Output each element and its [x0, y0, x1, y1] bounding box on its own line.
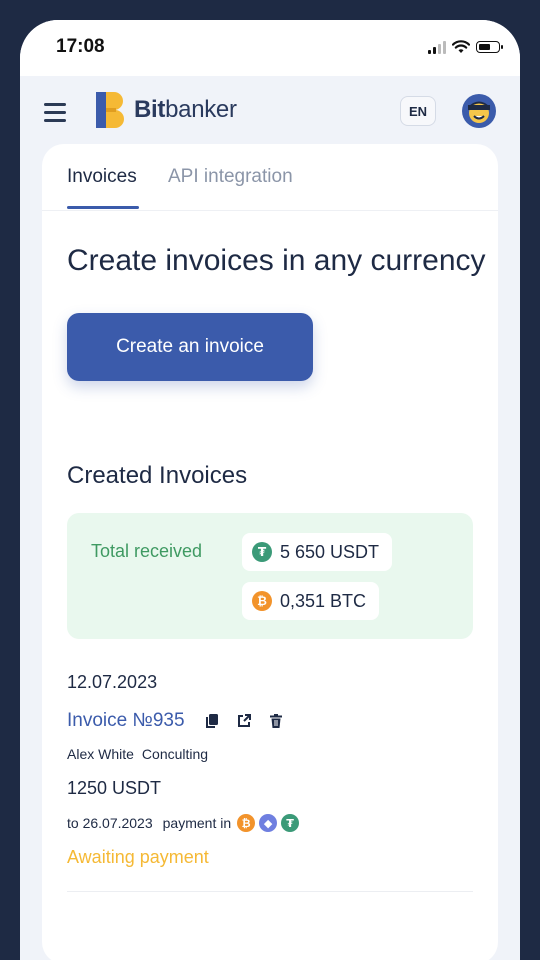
status-icons — [428, 40, 503, 54]
invoice-date: 12.07.2023 — [67, 672, 158, 692]
total-btc-pill: ₿ 0,351 BTC — [242, 582, 379, 620]
tether-icon: ₮ — [252, 542, 272, 562]
invoice-status: Awaiting payment — [67, 847, 209, 867]
tab-invoices[interactable]: Invoices — [67, 166, 137, 188]
bitbanker-logo-icon — [96, 92, 124, 128]
bitcoin-icon: ₿ — [237, 814, 256, 832]
invoice-client: Alex White — [67, 746, 134, 762]
status-time: 17:08 — [56, 36, 105, 57]
invoice-due-date: to 26.07.2023 — [67, 815, 153, 831]
total-received-panel: Total received ₮ 5 650 USDT ₿ 0,351 BTC — [67, 513, 473, 639]
trash-icon[interactable] — [268, 713, 284, 729]
tab-api-integration[interactable]: API integration — [168, 166, 293, 188]
create-invoice-button[interactable]: Create an invoice — [67, 313, 313, 381]
ethereum-icon: ◆ — [259, 814, 278, 832]
divider — [67, 891, 473, 892]
invoices-card: Invoices API integration Create invoices… — [42, 144, 498, 960]
copy-icon[interactable] — [204, 713, 220, 729]
invoice-description: Conculting — [141, 746, 209, 762]
payment-currencies: ₿ ◆ ₮ — [237, 814, 300, 832]
user-avatar-icon — [468, 101, 490, 123]
wifi-icon — [452, 40, 470, 53]
payment-in-label: payment in — [162, 815, 232, 831]
menu-icon[interactable] — [44, 103, 66, 127]
invoice-due: to 26.07.2023 payment in ₿ ◆ ₮ — [67, 814, 300, 832]
invoice-link[interactable]: Invoice №935 — [67, 710, 185, 732]
invoice-meta: Alex White Conculting — [67, 746, 208, 762]
page-title: Create invoices in any currency — [67, 244, 486, 277]
created-invoices-heading: Created Invoices — [67, 462, 248, 489]
tab-bar: Invoices API integration — [42, 144, 498, 211]
invoice-amount: 1250 USDT — [67, 778, 162, 798]
status-bar: 17:08 — [20, 20, 520, 76]
phone-screen: 17:08 Bitbanker EN Invoices API integrat… — [20, 20, 520, 960]
avatar[interactable] — [462, 94, 496, 128]
total-usdt-pill: ₮ 5 650 USDT — [242, 533, 392, 571]
invoice-actions — [204, 713, 284, 729]
bitcoin-icon: ₿ — [252, 591, 272, 611]
tether-icon: ₮ — [281, 814, 300, 832]
battery-icon — [476, 41, 503, 53]
brand-name: Bitbanker — [134, 96, 237, 123]
total-usdt-amount: 5 650 USDT — [280, 541, 380, 562]
open-external-icon[interactable] — [236, 713, 252, 729]
active-tab-indicator — [67, 206, 139, 209]
signal-icon — [428, 40, 446, 54]
language-switcher[interactable]: EN — [400, 96, 436, 126]
app-header: Bitbanker EN — [20, 76, 520, 144]
brand-logo[interactable]: Bitbanker — [96, 92, 237, 128]
total-btc-amount: 0,351 BTC — [280, 590, 367, 611]
total-received-label: Total received — [91, 541, 203, 561]
